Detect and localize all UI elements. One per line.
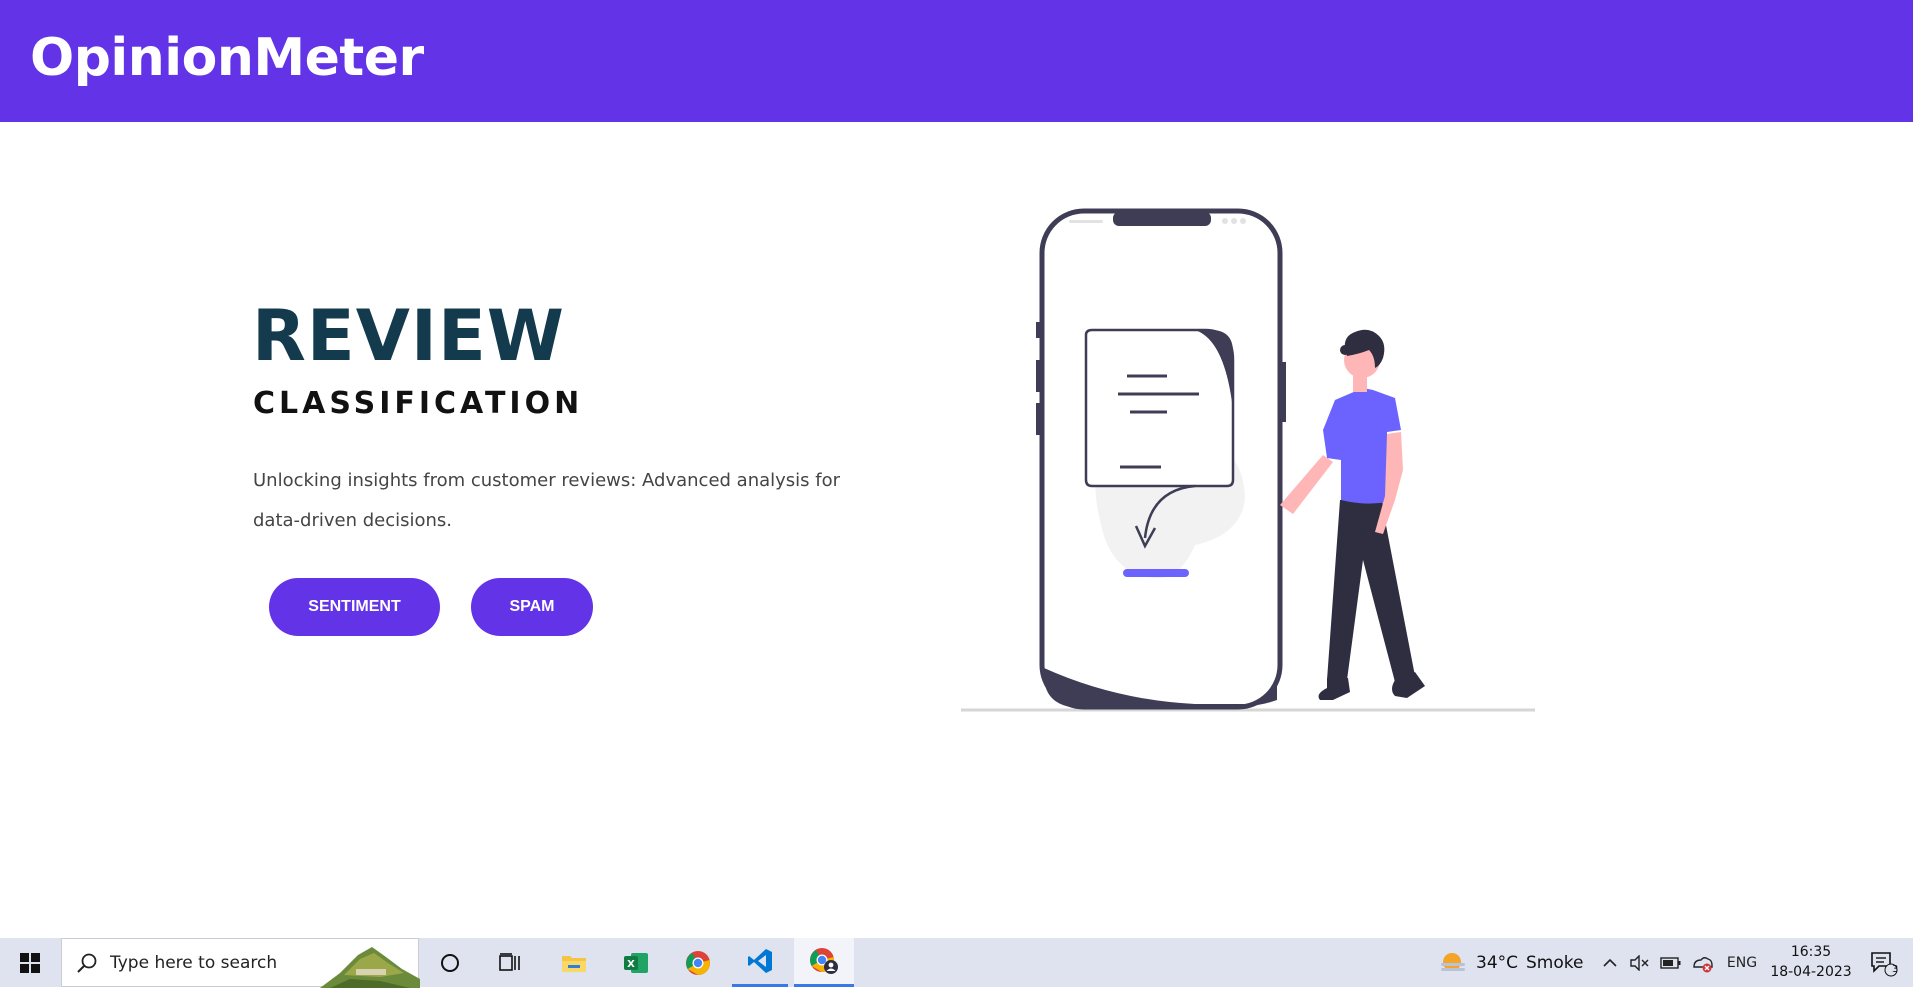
phone-side-button (1281, 362, 1286, 422)
document-card (1084, 328, 1235, 488)
excel-icon[interactable]: X (608, 938, 664, 987)
task-view-icon[interactable] (484, 938, 536, 987)
hero-title: REVIEW (252, 295, 565, 377)
notification-center-icon[interactable]: 3 (1864, 938, 1904, 987)
chevron-up-icon[interactable] (1596, 938, 1624, 987)
weather-condition: Smoke (1526, 952, 1584, 973)
vscode-icon[interactable] (732, 938, 788, 987)
phone-side-button (1036, 360, 1041, 392)
app-header: OpinionMeter (0, 0, 1913, 122)
weather-haze-icon (1441, 952, 1465, 971)
phone-person-illustration (961, 208, 1535, 712)
search-icon (77, 953, 97, 973)
sentiment-button[interactable]: SENTIMENT (269, 578, 440, 636)
phone-side-button (1036, 403, 1041, 435)
person-figure (1280, 329, 1425, 700)
phone-side-button (1036, 322, 1041, 338)
search-highlight-image (320, 947, 420, 988)
svg-text:X: X (627, 959, 635, 970)
windows-start-icon[interactable] (0, 938, 60, 987)
search-placeholder: Type here to search (110, 953, 278, 973)
taskbar-search-box[interactable]: Type here to search (61, 938, 420, 988)
spam-button[interactable]: SPAM (471, 578, 593, 636)
weather-temperature: 34°C (1476, 952, 1519, 973)
hero-subtitle: CLASSIFICATION (253, 386, 584, 421)
chrome-icon[interactable] (670, 938, 726, 987)
brand-logo-text[interactable]: OpinionMeter (30, 28, 424, 88)
clock-date: 18-04-2023 (1770, 964, 1852, 980)
phone-notch (1113, 212, 1211, 226)
file-explorer-icon[interactable] (546, 938, 602, 987)
chrome-profile-icon[interactable] (794, 938, 854, 987)
system-clock[interactable]: 16:35 18-04-2023 (1764, 942, 1858, 982)
notification-count: 3 (1892, 964, 1899, 975)
windows-taskbar: Type here to search X 34°C Smoke ENG 16:… (0, 938, 1913, 988)
weather-widget[interactable]: 34°C Smoke (1438, 938, 1583, 987)
network-disconnected-icon[interactable] (1688, 938, 1718, 987)
hero-description: Unlocking insights from customer reviews… (253, 470, 841, 531)
language-indicator[interactable]: ENG (1722, 938, 1762, 987)
clock-time: 16:35 (1790, 944, 1832, 960)
volume-muted-icon[interactable] (1626, 938, 1654, 987)
progress-pill (1123, 569, 1189, 577)
cortana-icon[interactable] (424, 938, 476, 987)
battery-icon[interactable] (1656, 938, 1686, 987)
